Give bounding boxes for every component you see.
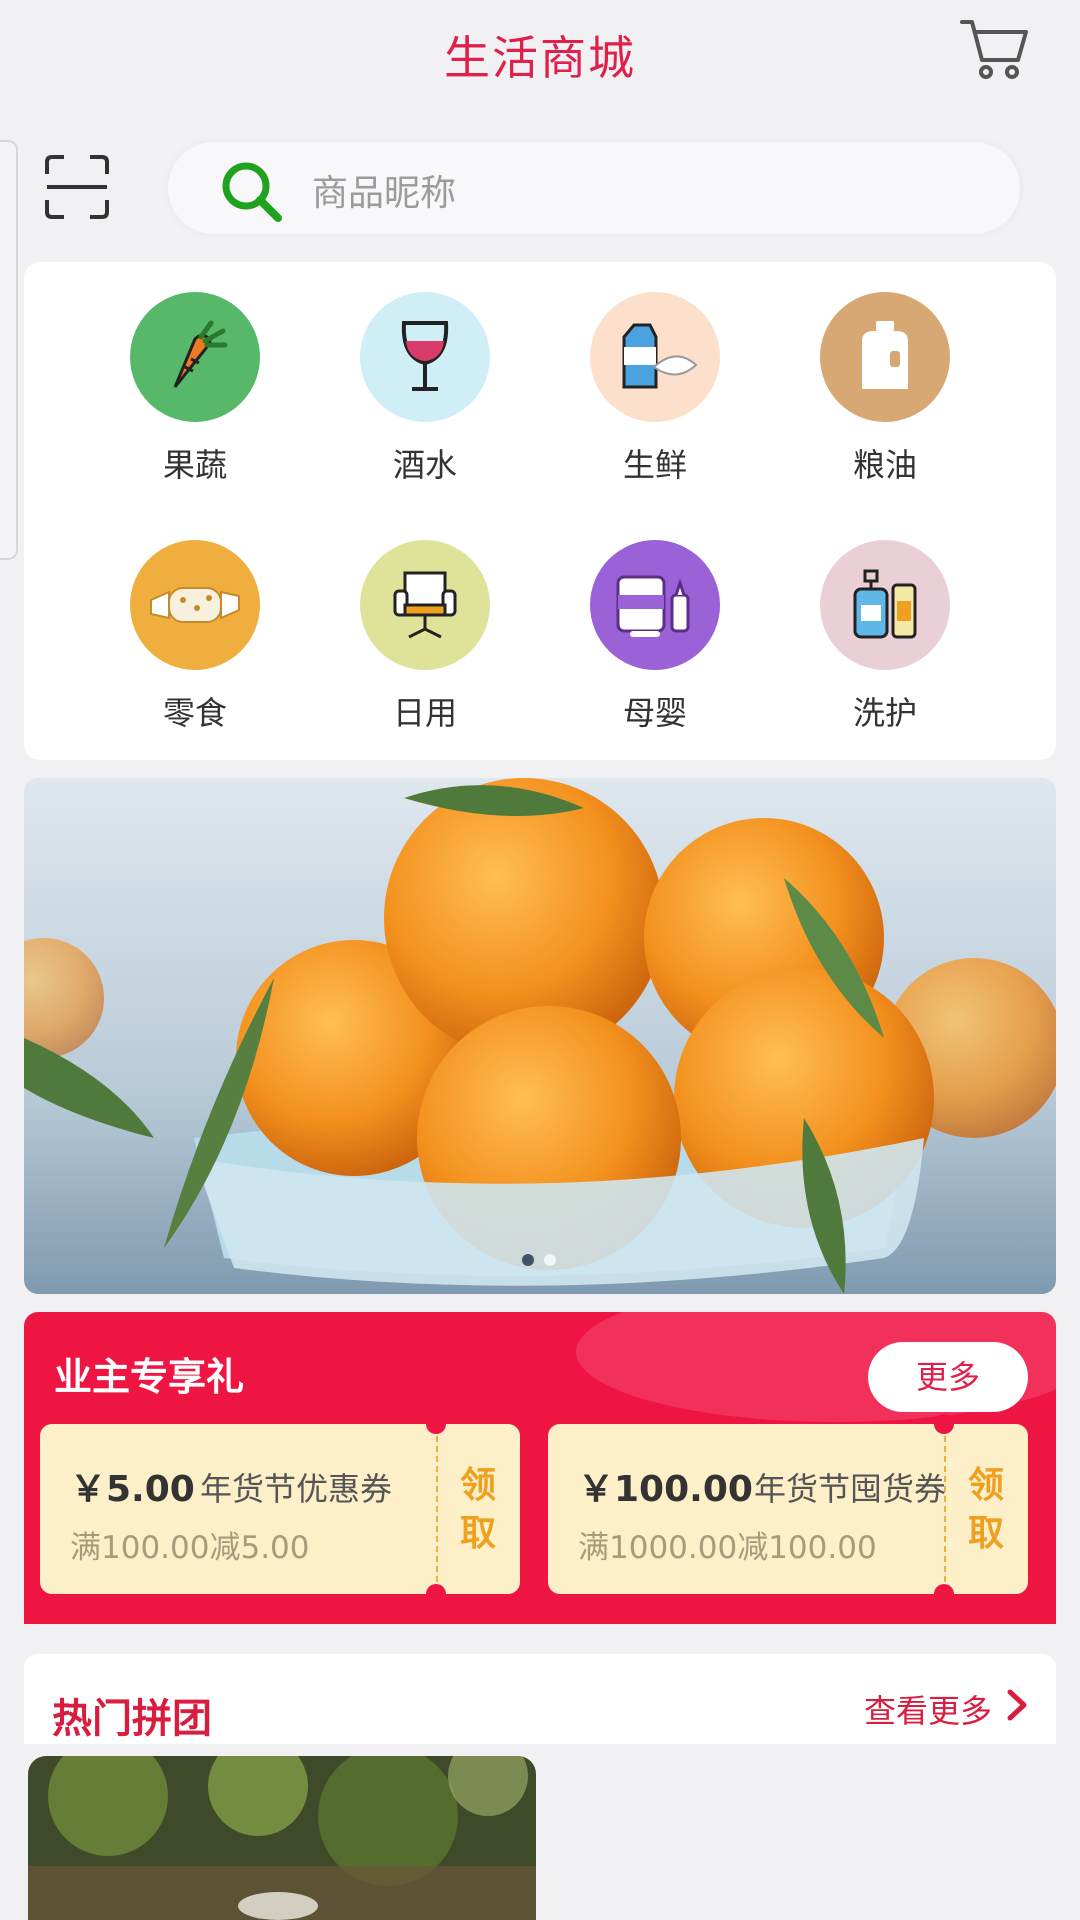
top-header: 生活商城 (0, 0, 1080, 110)
side-drawer-handle[interactable] (0, 140, 18, 560)
tangerine-bowl-image (24, 778, 1056, 1294)
category-label: 母婴 (622, 694, 687, 732)
lotion-bottle-icon (820, 540, 950, 670)
search-input[interactable]: 商品昵称 (168, 142, 1020, 234)
claim-coupon-button[interactable]: 领取 (458, 1462, 498, 1558)
coupon-divider (436, 1436, 438, 1582)
owner-gift-section: 业主专享礼 更多 ￥5.00 年货节优惠券 满100.00减5.00 领取 ￥1… (24, 1312, 1056, 1624)
coupon-notch (426, 1414, 446, 1434)
coupon-condition: 满1000.00减100.00 (578, 1530, 877, 1566)
category-item-drinks[interactable]: 酒水 (335, 292, 515, 492)
coupon-card[interactable]: ￥5.00 年货节优惠券 满100.00减5.00 领取 (40, 1414, 520, 1604)
category-item-fruits-vegetables[interactable]: 果蔬 (105, 292, 285, 492)
category-label: 果蔬 (162, 446, 227, 484)
milk-powder-icon (590, 540, 720, 670)
wine-glass-icon (360, 292, 490, 422)
hot-group-title: 热门拼团 (52, 1696, 212, 1742)
category-label: 日用 (392, 694, 457, 732)
coupon-notch (426, 1584, 446, 1604)
category-item-grain-oil[interactable]: 粮油 (795, 292, 975, 492)
coupon-divider (944, 1436, 946, 1582)
chevron-right-icon[interactable] (1002, 1688, 1032, 1722)
gift-more-button[interactable]: 更多 (868, 1342, 1028, 1412)
coupon-condition: 满100.00减5.00 (70, 1530, 310, 1566)
view-more-link[interactable]: 查看更多 (864, 1686, 992, 1732)
life-mall-page: 生活商城 商品昵称 果蔬 酒水 生鲜 粮油 零食 日用 母婴 洗护 业主专享礼 … (0, 0, 1080, 1920)
carousel-dot[interactable] (544, 1254, 556, 1266)
category-item-mother-baby[interactable]: 母婴 (565, 540, 745, 740)
coupon-amount: ￥100.00 (578, 1469, 753, 1510)
category-label: 粮油 (852, 446, 917, 484)
chair-icon (360, 540, 490, 670)
coupon-amount: ￥5.00 (70, 1469, 195, 1510)
group-buy-product-image[interactable] (28, 1756, 536, 1920)
category-item-fresh[interactable]: 生鲜 (565, 292, 745, 492)
promo-banner-carousel[interactable] (24, 778, 1056, 1294)
coupon-name: 年货节囤货券 (754, 1470, 947, 1508)
carousel-dots (522, 1254, 556, 1266)
coupon-card[interactable]: ￥100.00 年货节囤货券 满1000.00减100.00 领取 (548, 1414, 1028, 1604)
scan-icon[interactable] (44, 154, 110, 220)
category-item-snacks[interactable]: 零食 (105, 540, 285, 740)
category-label: 生鲜 (622, 446, 687, 484)
category-item-daily-use[interactable]: 日用 (335, 540, 515, 740)
claim-coupon-button[interactable]: 领取 (966, 1462, 1006, 1558)
category-item-personal-care[interactable]: 洗护 (795, 540, 975, 740)
coupon-notch (934, 1584, 954, 1604)
shopping-cart-icon[interactable] (958, 16, 1030, 82)
coupon-name: 年货节优惠券 (200, 1470, 393, 1508)
oil-bottle-icon (820, 292, 950, 422)
category-label: 零食 (162, 694, 227, 732)
coupon-notch (934, 1414, 954, 1434)
page-title: 生活商城 (444, 31, 636, 85)
search-icon (222, 162, 282, 222)
candy-icon (130, 540, 260, 670)
search-placeholder: 商品昵称 (312, 173, 457, 214)
carousel-dot-active[interactable] (522, 1254, 534, 1266)
vegetable-photo (28, 1756, 536, 1920)
carrot-icon (130, 292, 260, 422)
category-label: 洗护 (852, 694, 917, 732)
hot-group-buy-header: 热门拼团 查看更多 (24, 1654, 1056, 1744)
milk-fish-icon (590, 292, 720, 422)
category-grid: 果蔬 酒水 生鲜 粮油 零食 日用 母婴 洗护 (24, 262, 1056, 760)
gift-section-title: 业主专享礼 (54, 1355, 245, 1399)
category-label: 酒水 (392, 446, 457, 484)
